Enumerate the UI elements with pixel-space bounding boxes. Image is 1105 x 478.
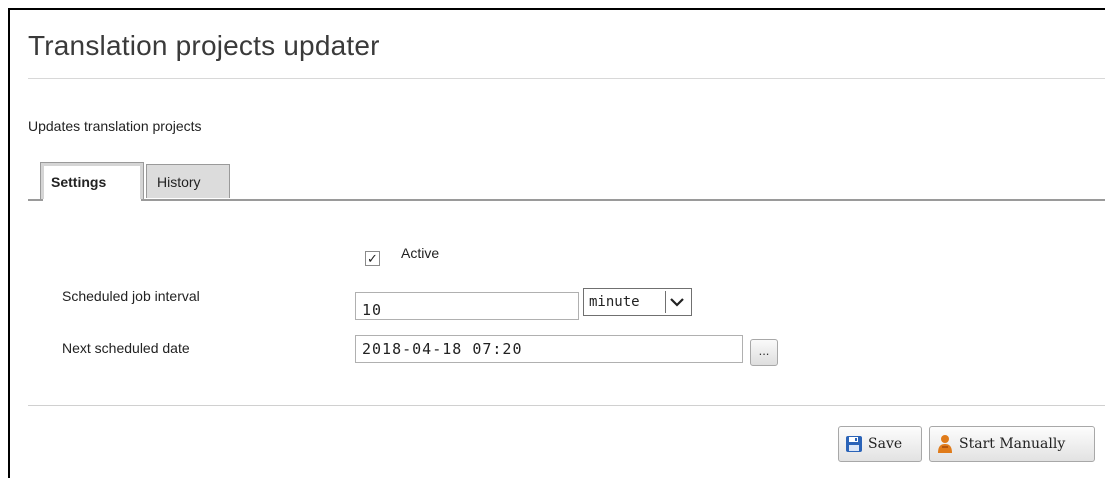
interval-input[interactable]: 10 bbox=[355, 292, 579, 320]
start-manually-button[interactable]: Start Manually bbox=[929, 426, 1095, 462]
tab-strip-divider bbox=[28, 199, 1105, 201]
interval-label: Scheduled job interval bbox=[62, 288, 200, 304]
start-manually-label: Start Manually bbox=[959, 436, 1066, 452]
save-button[interactable]: Save bbox=[838, 426, 922, 462]
title-divider bbox=[28, 78, 1105, 79]
tab-history[interactable]: History bbox=[146, 164, 230, 198]
floppy-disk-icon bbox=[845, 435, 863, 453]
interval-unit-value: minute bbox=[589, 294, 640, 310]
tab-selected-gap bbox=[43, 199, 141, 201]
tab-settings[interactable]: Settings bbox=[40, 162, 144, 200]
next-date-label: Next scheduled date bbox=[62, 340, 190, 356]
interval-unit-select[interactable]: minute bbox=[583, 288, 692, 316]
window-border-top bbox=[8, 8, 1105, 10]
page-description: Updates translation projects bbox=[28, 118, 202, 134]
active-checkbox[interactable]: ✓ bbox=[365, 251, 380, 266]
window-border-left bbox=[8, 8, 10, 478]
next-date-input[interactable]: 2018-04-18 07:20 bbox=[355, 335, 743, 363]
save-label: Save bbox=[868, 436, 903, 452]
chevron-down-icon[interactable] bbox=[665, 291, 689, 313]
actions-divider bbox=[28, 405, 1105, 406]
active-label: Active bbox=[401, 245, 440, 261]
date-picker-button[interactable]: ... bbox=[750, 339, 778, 366]
page-title: Translation projects updater bbox=[28, 30, 380, 61]
user-run-icon bbox=[936, 434, 954, 454]
